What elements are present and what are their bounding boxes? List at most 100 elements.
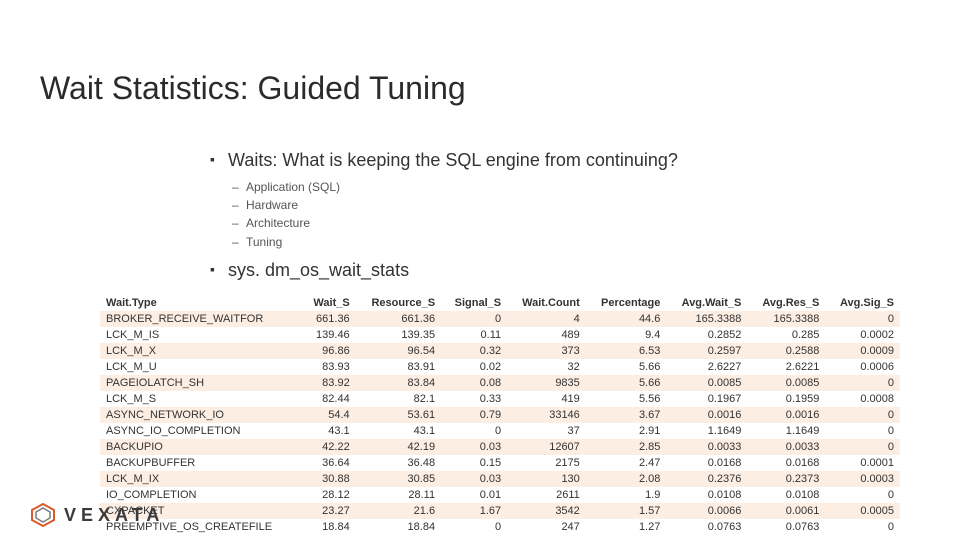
table-cell: 21.6 — [356, 503, 441, 519]
table-row: IO_COMPLETION28.1228.110.0126111.90.0108… — [100, 487, 900, 503]
table-header-row: Wait.Type Wait_S Resource_S Signal_S Wai… — [100, 295, 900, 311]
table-cell: 0.0008 — [825, 391, 900, 407]
table-cell: 2.91 — [586, 423, 667, 439]
table-cell: BACKUPBUFFER — [100, 455, 301, 471]
table-cell: 0 — [441, 519, 507, 535]
table-cell: 0.0108 — [666, 487, 747, 503]
table-cell: 1.1649 — [666, 423, 747, 439]
table-row: BROKER_RECEIVE_WAITFOR661.36661.360444.6… — [100, 311, 900, 327]
table-cell: 1.9 — [586, 487, 667, 503]
sub-tuning: Tuning — [210, 234, 900, 250]
table-cell: 28.11 — [356, 487, 441, 503]
table-cell: 0.1959 — [747, 391, 825, 407]
table-cell: 12607 — [507, 439, 586, 455]
table-cell: 6.53 — [586, 343, 667, 359]
col-avg-wait-s: Avg.Wait_S — [666, 295, 747, 311]
table-row: LCK_M_X96.8696.540.323736.530.25970.2588… — [100, 343, 900, 359]
table-cell: 0.03 — [441, 439, 507, 455]
table-row: LCK_M_IS139.46139.350.114899.40.28520.28… — [100, 327, 900, 343]
table-cell: 0.0763 — [747, 519, 825, 535]
table-cell: 18.84 — [356, 519, 441, 535]
table-cell: 0 — [825, 519, 900, 535]
table-cell: LCK_M_IX — [100, 471, 301, 487]
bullet-waits-sublist: Application (SQL) Hardware Architecture … — [210, 179, 900, 250]
table-cell: 0.0033 — [747, 439, 825, 455]
table-cell: 0.0763 — [666, 519, 747, 535]
table-cell: LCK_M_IS — [100, 327, 301, 343]
table-row: BACKUPIO42.2242.190.03126072.850.00330.0… — [100, 439, 900, 455]
table-cell: LCK_M_U — [100, 359, 301, 375]
table-cell: 0.2588 — [747, 343, 825, 359]
footer-logo: VEXATA — [30, 502, 164, 528]
slide-title: Wait Statistics: Guided Tuning — [40, 70, 466, 107]
table-cell: 0.0009 — [825, 343, 900, 359]
table-cell: 0.32 — [441, 343, 507, 359]
table-cell: 1.1649 — [747, 423, 825, 439]
table-cell: 0.15 — [441, 455, 507, 471]
table-cell: 43.1 — [301, 423, 356, 439]
table-cell: 0.0085 — [747, 375, 825, 391]
col-wait-s: Wait_S — [301, 295, 356, 311]
table-cell: 0.0016 — [666, 407, 747, 423]
slide: Wait Statistics: Guided Tuning Waits: Wh… — [0, 0, 960, 540]
table-cell: 2175 — [507, 455, 586, 471]
table-row: PREEMPTIVE_OS_CREATEFILE18.8418.8402471.… — [100, 519, 900, 535]
table-cell: 5.56 — [586, 391, 667, 407]
table-cell: 0 — [825, 423, 900, 439]
table-cell: 0.79 — [441, 407, 507, 423]
table-cell: 18.84 — [301, 519, 356, 535]
table-cell: 0.2852 — [666, 327, 747, 343]
table-cell: 83.91 — [356, 359, 441, 375]
table-cell: 0.0108 — [747, 487, 825, 503]
table-cell: 28.12 — [301, 487, 356, 503]
col-resource-s: Resource_S — [356, 295, 441, 311]
table-cell: 9835 — [507, 375, 586, 391]
table-cell: 139.35 — [356, 327, 441, 343]
table-cell: 0.0061 — [747, 503, 825, 519]
table-cell: 53.61 — [356, 407, 441, 423]
table-cell: 37 — [507, 423, 586, 439]
table-cell: 0.33 — [441, 391, 507, 407]
table-cell: 0.01 — [441, 487, 507, 503]
vexata-logo-icon — [30, 502, 56, 528]
table-cell: 42.19 — [356, 439, 441, 455]
table-cell: 0.285 — [747, 327, 825, 343]
col-wait-count: Wait.Count — [507, 295, 586, 311]
table-row: ASYNC_IO_COMPLETION43.143.10372.911.1649… — [100, 423, 900, 439]
table-cell: BACKUPIO — [100, 439, 301, 455]
table-cell: 165.3388 — [747, 311, 825, 327]
table-cell: 0 — [825, 487, 900, 503]
table-cell: 32 — [507, 359, 586, 375]
table-cell: 661.36 — [356, 311, 441, 327]
table-cell: ASYNC_NETWORK_IO — [100, 407, 301, 423]
table-cell: 0.2373 — [747, 471, 825, 487]
table-cell: 0.0005 — [825, 503, 900, 519]
table-cell: 2.08 — [586, 471, 667, 487]
table-cell: 0.0003 — [825, 471, 900, 487]
table-cell: 43.1 — [356, 423, 441, 439]
table-cell: 0.2376 — [666, 471, 747, 487]
sub-architecture: Architecture — [210, 215, 900, 231]
table-cell: 0.03 — [441, 471, 507, 487]
table-cell: 0 — [825, 375, 900, 391]
table-cell: 0.0016 — [747, 407, 825, 423]
table-cell: 82.1 — [356, 391, 441, 407]
table-cell: 165.3388 — [666, 311, 747, 327]
table-cell: 0.0168 — [747, 455, 825, 471]
table-cell: 0 — [825, 439, 900, 455]
table-row: CXPACKET23.2721.61.6735421.570.00660.006… — [100, 503, 900, 519]
table-cell: 83.93 — [301, 359, 356, 375]
wait-stats-table-wrap: Wait.Type Wait_S Resource_S Signal_S Wai… — [100, 295, 900, 535]
table-cell: 419 — [507, 391, 586, 407]
table-cell: 661.36 — [301, 311, 356, 327]
table-cell: 0.0085 — [666, 375, 747, 391]
table-cell: 33146 — [507, 407, 586, 423]
table-cell: 2.6221 — [747, 359, 825, 375]
table-row: LCK_M_S82.4482.10.334195.560.19670.19590… — [100, 391, 900, 407]
table-cell: 36.48 — [356, 455, 441, 471]
slide-body: Waits: What is keeping the SQL engine fr… — [210, 150, 900, 289]
table-cell: 2.85 — [586, 439, 667, 455]
table-cell: 4 — [507, 311, 586, 327]
table-cell: 0.11 — [441, 327, 507, 343]
table-row: PAGEIOLATCH_SH83.9283.840.0898355.660.00… — [100, 375, 900, 391]
